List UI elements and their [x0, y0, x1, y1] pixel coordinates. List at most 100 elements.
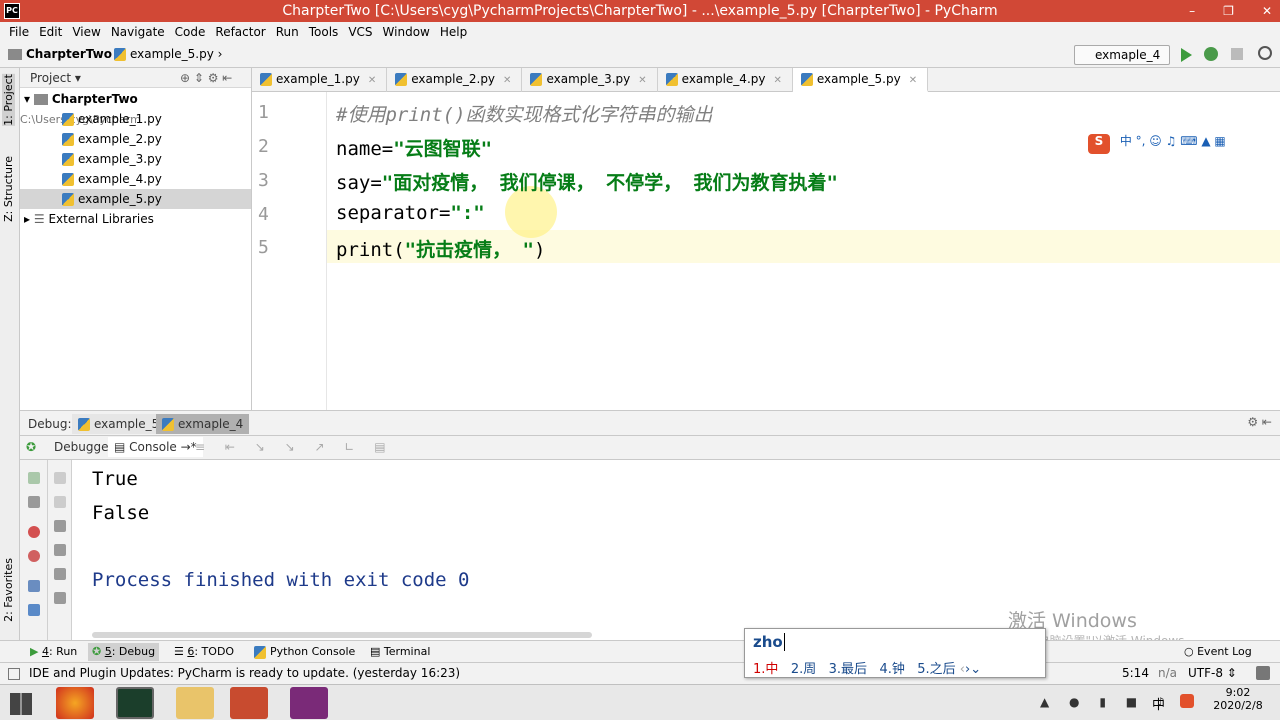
tree-file[interactable]: example_1.py	[20, 109, 251, 129]
favorites-tool-tab[interactable]: 2: Favorites	[2, 558, 15, 622]
python-file-icon	[800, 73, 813, 86]
menu-window[interactable]: Window	[378, 22, 435, 42]
debug-settings-icon[interactable]: ⚙ ⇤	[1247, 415, 1272, 429]
soft-wrap-icon[interactable]	[54, 520, 66, 532]
breakpoints-icon[interactable]	[28, 526, 40, 538]
tree-file-selected[interactable]: example_5.py	[20, 189, 251, 209]
trash-icon[interactable]	[54, 592, 66, 604]
powerpoint-taskbar-icon[interactable]	[230, 687, 268, 719]
print-icon[interactable]	[54, 568, 66, 580]
settings-icon[interactable]	[28, 604, 40, 616]
bottom-tool-tabs: ▶ 4: Run ✪ 5: Debug ☰ 6: TODO Python Con…	[0, 640, 1280, 662]
app-taskbar-icon[interactable]	[290, 687, 328, 719]
caret-position[interactable]: 5:14	[1122, 663, 1149, 684]
menu-help[interactable]: Help	[435, 22, 472, 42]
run-tool-tab[interactable]: ▶ 4: Run	[26, 643, 81, 661]
ime-expand-icon[interactable]: ⌄	[970, 662, 981, 677]
close-tab-icon[interactable]: ✕	[909, 75, 917, 86]
scroll-end-icon[interactable]	[54, 544, 66, 556]
close-button[interactable]: ✕	[1262, 0, 1272, 22]
ime-input: zho	[753, 633, 785, 651]
ime-candidate[interactable]: 2.周	[791, 662, 816, 677]
folder-icon	[8, 49, 22, 60]
status-message[interactable]: IDE and Plugin Updates: PyCharm is ready…	[29, 663, 460, 684]
console-toolbar-icons[interactable]: ≡ ⇤ ↘ ↘ ↗ ∟ ▤	[195, 440, 394, 454]
python-console-tab[interactable]: Python Console	[250, 643, 359, 661]
minimize-button[interactable]: –	[1189, 0, 1195, 22]
menu-vcs[interactable]: VCS	[343, 22, 377, 42]
mute-breakpoints-icon[interactable]	[28, 550, 40, 562]
close-tab-icon[interactable]: ✕	[773, 75, 781, 86]
debug-session-tab[interactable]: example_5	[72, 414, 166, 434]
line-number: 4	[258, 204, 269, 225]
menu-tools[interactable]: Tools	[304, 22, 344, 42]
explorer-taskbar-icon[interactable]	[176, 687, 214, 719]
panel-settings-icon[interactable]: ⊕ ⇕ ⚙ ⇤	[180, 68, 232, 88]
todo-tool-tab[interactable]: ☰ 6: TODO	[170, 643, 238, 661]
project-tool-tab[interactable]: 1: Project	[2, 74, 15, 126]
project-panel-title[interactable]: Project	[30, 71, 71, 85]
tab-example-5[interactable]: example_5.py ✕	[792, 68, 929, 92]
python-file-icon	[62, 193, 74, 206]
debug-session-tab-active[interactable]: exmaple_4	[156, 414, 250, 434]
up-arrow-icon[interactable]	[54, 472, 66, 484]
tree-file[interactable]: example_2.py	[20, 129, 251, 149]
tab-example-2[interactable]: example_2.py ✕	[387, 68, 523, 92]
editor-tabs: example_1.py ✕ example_2.py ✕ example_3.py…	[252, 68, 1280, 92]
tree-external-libraries[interactable]: ▸ ☰ External Libraries	[20, 209, 251, 229]
ime-candidate[interactable]: 5.之后	[917, 662, 955, 677]
tray-language[interactable]: 中	[1152, 694, 1165, 713]
horizontal-scrollbar[interactable]	[92, 632, 592, 638]
menu-navigate[interactable]: Navigate	[106, 22, 170, 42]
menu-run[interactable]: Run	[271, 22, 304, 42]
chrome-taskbar-icon[interactable]	[56, 687, 94, 719]
restore-button[interactable]: ❐	[1223, 0, 1234, 22]
status-toggle-icon[interactable]	[8, 668, 20, 680]
ime-candidate[interactable]: 1.中	[753, 662, 778, 677]
run-icon[interactable]	[1181, 48, 1192, 62]
console-tab[interactable]: ▤ Console →*	[108, 437, 203, 457]
inspector-icon[interactable]	[1256, 666, 1270, 680]
tab-example-1[interactable]: example_1.py ✕	[252, 68, 388, 92]
ime-toolbar[interactable]: S 中 °, ☺ ♫ ⌨ ▲ ▦	[1088, 132, 1280, 154]
windows-start-icon[interactable]	[10, 693, 32, 715]
tab-example-3[interactable]: example_3.py ✕	[522, 68, 658, 92]
down-arrow-icon[interactable]	[54, 496, 66, 508]
close-tab-icon[interactable]: ✕	[368, 75, 376, 86]
structure-tool-tab[interactable]: Z: Structure	[2, 156, 15, 222]
line-number: 1	[258, 102, 269, 123]
menu-view[interactable]: View	[67, 22, 105, 42]
sogou-tray-icon[interactable]	[1180, 694, 1194, 708]
tree-file[interactable]: example_3.py	[20, 149, 251, 169]
debug-icon[interactable]	[1204, 47, 1218, 61]
search-icon[interactable]	[1258, 46, 1272, 60]
breadcrumb-file[interactable]: example_5.py ›	[114, 47, 222, 61]
menu-refactor[interactable]: Refactor	[210, 22, 270, 42]
close-tab-icon[interactable]: ✕	[503, 75, 511, 86]
debug-tool-tab[interactable]: ✪ 5: Debug	[88, 643, 160, 661]
event-log-tab[interactable]: ○ Event Log	[1180, 643, 1256, 661]
layout-icon[interactable]	[28, 580, 40, 592]
run-config-select[interactable]: exmaple_4 ▾	[1074, 45, 1170, 80]
line-separator[interactable]: n/a	[1158, 663, 1177, 684]
breadcrumb-project[interactable]: CharpterTwo ›	[8, 47, 121, 61]
tree-file[interactable]: example_4.py	[20, 169, 251, 189]
clock[interactable]: 9:02 2020/2/8	[1210, 686, 1266, 712]
stop-icon[interactable]	[1231, 48, 1243, 60]
ime-candidate[interactable]: 3.最后	[829, 662, 867, 677]
pause-icon[interactable]	[28, 496, 40, 508]
file-encoding[interactable]: UTF-8 ⇕	[1188, 663, 1237, 684]
terminal-tab[interactable]: ▤ Terminal	[366, 643, 434, 661]
window-title: CharpterTwo [C:\Users\cyg\PycharmProject…	[282, 3, 998, 19]
close-tab-icon[interactable]: ✕	[638, 75, 646, 86]
ime-candidate[interactable]: 4.钟	[879, 662, 904, 677]
pycharm-taskbar-icon[interactable]	[116, 687, 154, 719]
tab-example-4[interactable]: example_4.py ✕	[658, 68, 793, 92]
menu-code[interactable]: Code	[170, 22, 211, 42]
code-line-5: print("抗击疫情， ")	[336, 239, 546, 261]
menu-edit[interactable]: Edit	[34, 22, 67, 42]
menu-file[interactable]: File	[4, 22, 34, 42]
resume-icon[interactable]	[28, 472, 40, 484]
tree-root[interactable]: ▾ CharpterTwo C:\Users\cyg\Pycharm	[20, 89, 251, 126]
windows-taskbar: ▲ ● ▮ ■ ♪ 中 9:02 2020/2/8	[0, 684, 1280, 720]
